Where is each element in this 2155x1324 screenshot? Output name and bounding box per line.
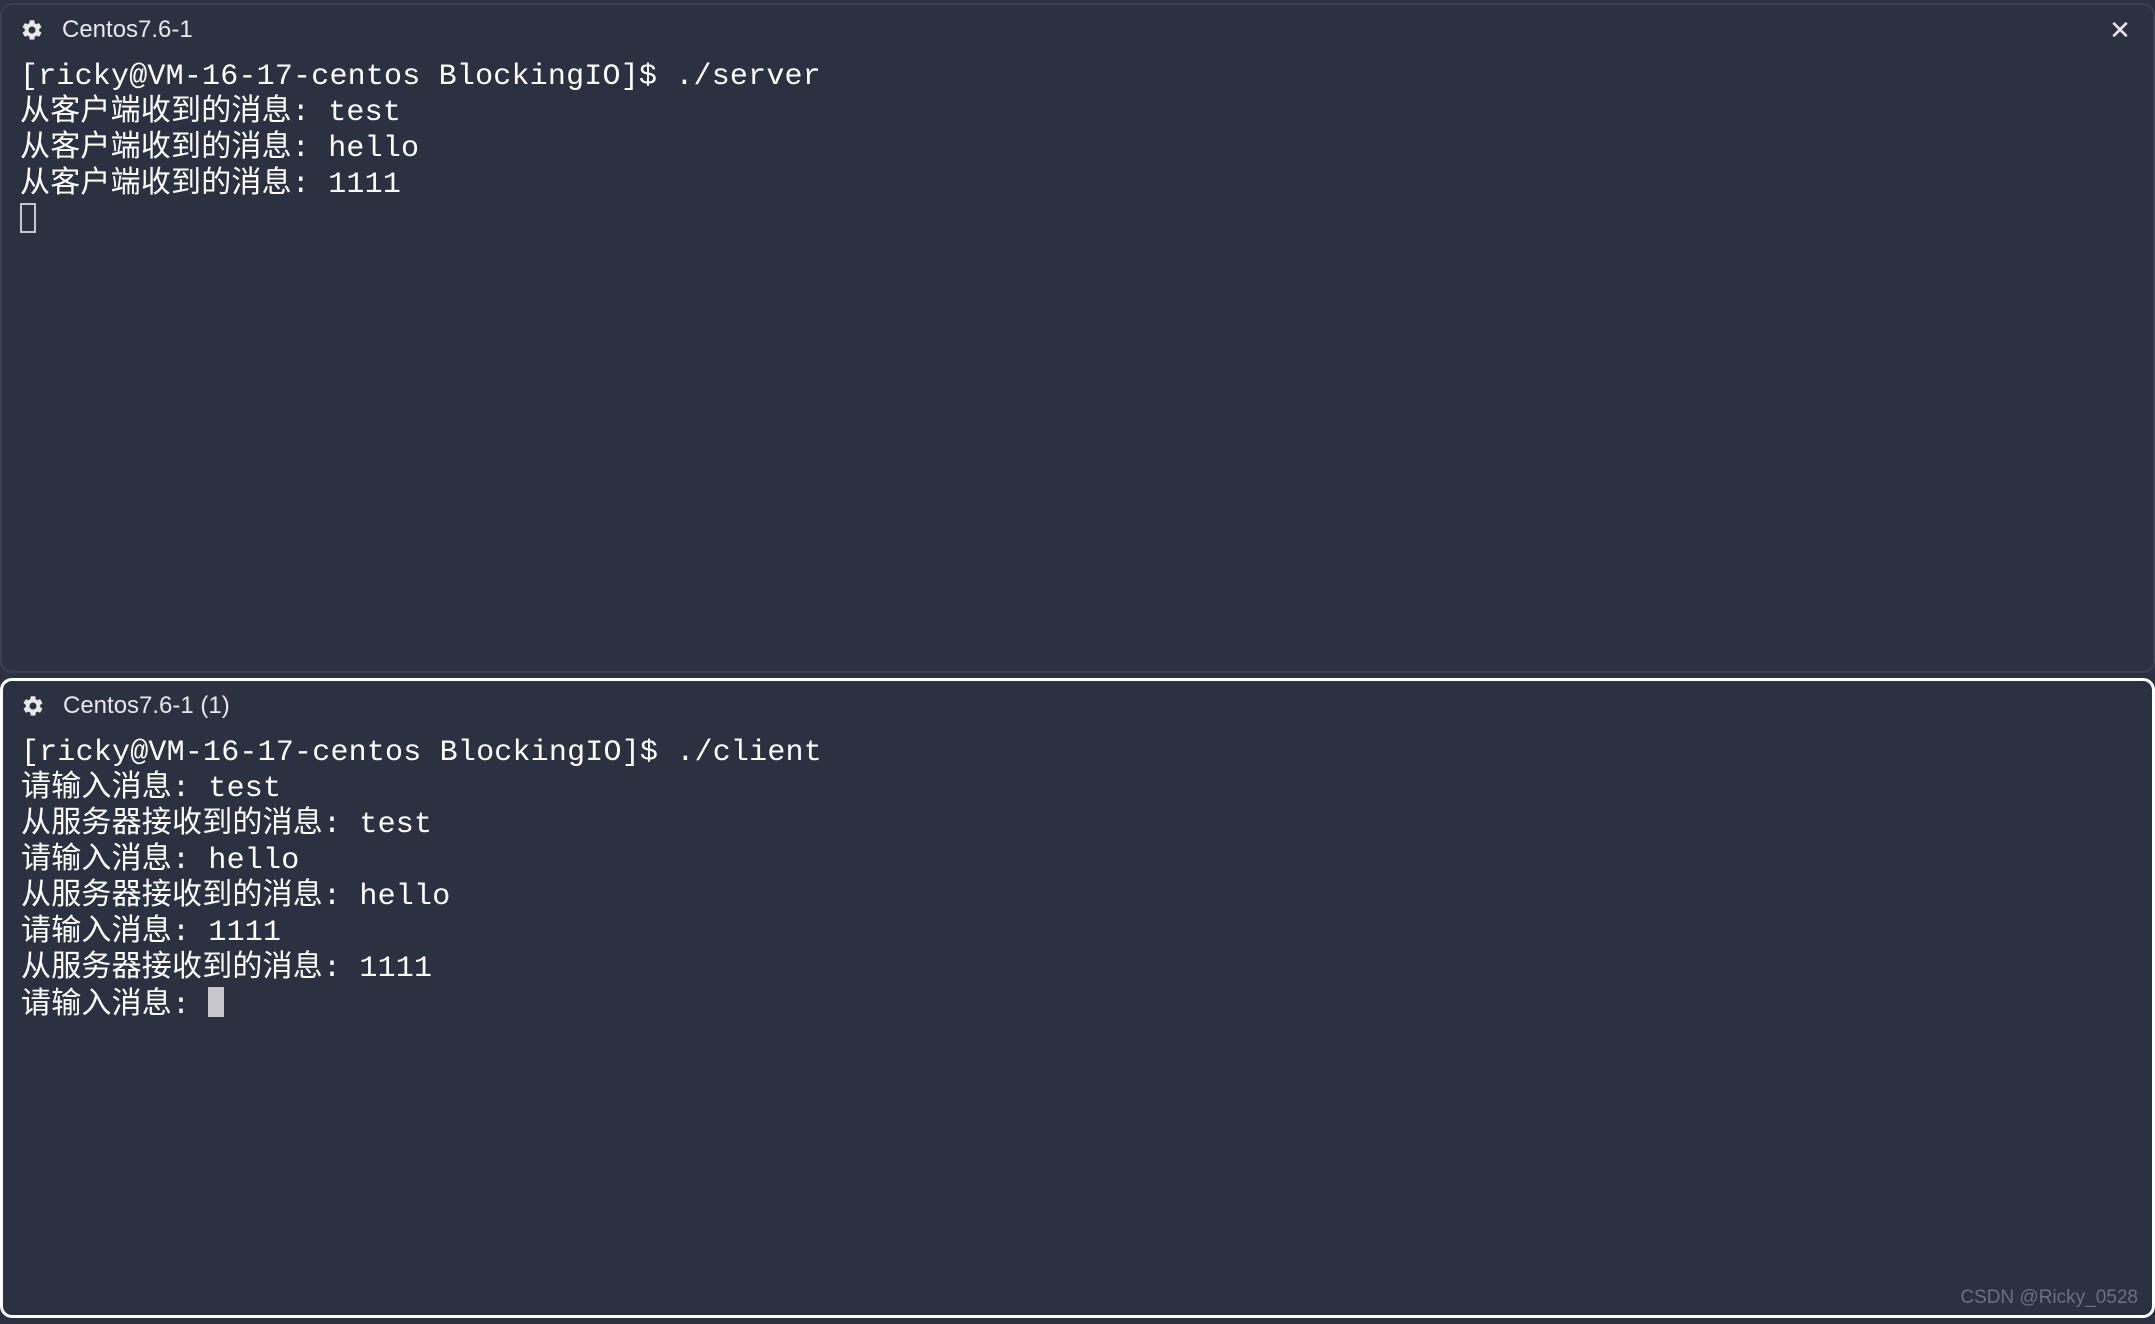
terminal-output-client[interactable]: [ricky@VM-16-17-centos BlockingIO]$ ./cl…: [3, 731, 2152, 1028]
watermark-text: CSDN @Ricky_0528: [1960, 1287, 2138, 1309]
output-line: 从客户端收到的消息: test: [20, 96, 401, 130]
output-line: 请输入消息:: [21, 989, 208, 1023]
gear-icon: [21, 694, 45, 718]
terminal-pane-client: Centos7.6-1 (1) [ricky@VM-16-17-centos B…: [0, 678, 2155, 1318]
prompt-text: [ricky@VM-16-17-centos BlockingIO]$: [20, 60, 675, 94]
title-bar-top: Centos7.6-1 ✕: [2, 5, 2153, 55]
output-line: 请输入消息: test: [21, 772, 281, 806]
cursor-icon: [208, 987, 224, 1017]
terminal-pane-server: Centos7.6-1 ✕ [ricky@VM-16-17-centos Blo…: [0, 3, 2155, 673]
title-bar-bottom: Centos7.6-1 (1): [3, 681, 2152, 731]
command-text: ./client: [676, 736, 822, 770]
cursor-icon: [20, 203, 36, 233]
command-text: ./server: [675, 60, 821, 94]
output-line: 从客户端收到的消息: 1111: [20, 168, 401, 202]
window-title-bottom: Centos7.6-1 (1): [63, 692, 230, 720]
output-line: 从服务器接收到的消息: test: [21, 808, 432, 842]
close-icon[interactable]: ✕: [2109, 19, 2131, 41]
gear-icon: [20, 18, 44, 42]
terminal-output-server[interactable]: [ricky@VM-16-17-centos BlockingIO]$ ./se…: [2, 55, 2153, 244]
output-line: 从服务器接收到的消息: 1111: [21, 952, 432, 986]
window-title-top: Centos7.6-1: [62, 16, 193, 44]
output-line: 请输入消息: 1111: [21, 916, 281, 950]
output-line: 请输入消息: hello: [21, 844, 299, 878]
output-line: 从服务器接收到的消息: hello: [21, 880, 450, 914]
output-line: 从客户端收到的消息: hello: [20, 132, 419, 166]
prompt-text: [ricky@VM-16-17-centos BlockingIO]$: [21, 736, 676, 770]
